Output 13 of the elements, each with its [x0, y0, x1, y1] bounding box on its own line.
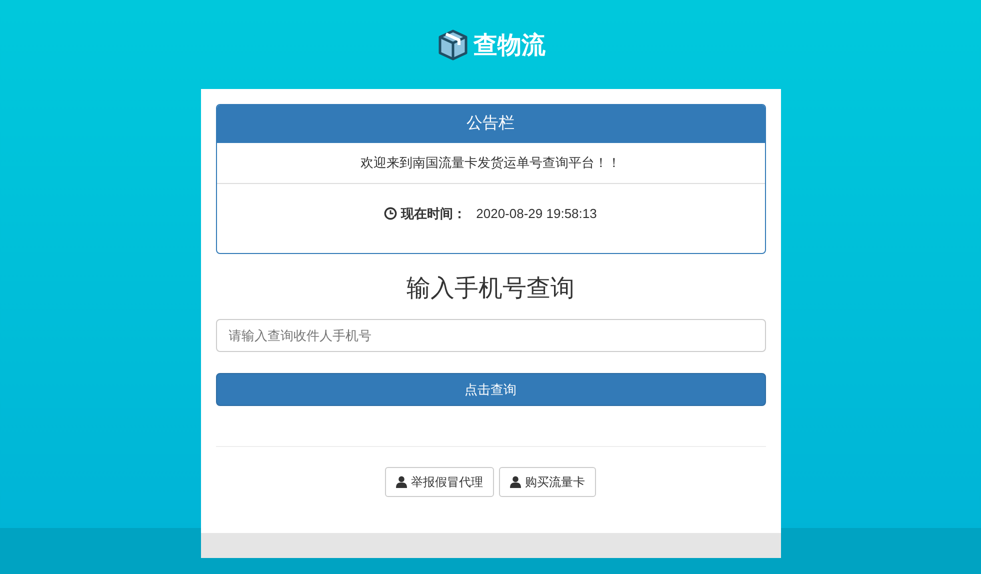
- phone-input-field[interactable]: 请输入查询收件人手机号: [216, 319, 766, 352]
- logo-text: 查物流: [474, 30, 546, 60]
- user-icon: [510, 476, 521, 488]
- notice-message: 欢迎来到南国流量卡发货运单号查询平台！！: [360, 155, 620, 170]
- user-icon: [396, 476, 407, 488]
- query-button[interactable]: 点击查询: [216, 373, 766, 406]
- link-button[interactable]: 举报假冒代理: [385, 467, 494, 497]
- time-value: 2020-08-29 19:58:13: [476, 206, 597, 221]
- clock-icon: [384, 207, 398, 220]
- time-label: 现在时间：: [401, 204, 466, 222]
- link-button[interactable]: 购买流量卡: [499, 467, 596, 497]
- query-heading: 输入手机号查询: [406, 274, 576, 304]
- panel-title: 公告栏: [216, 105, 764, 143]
